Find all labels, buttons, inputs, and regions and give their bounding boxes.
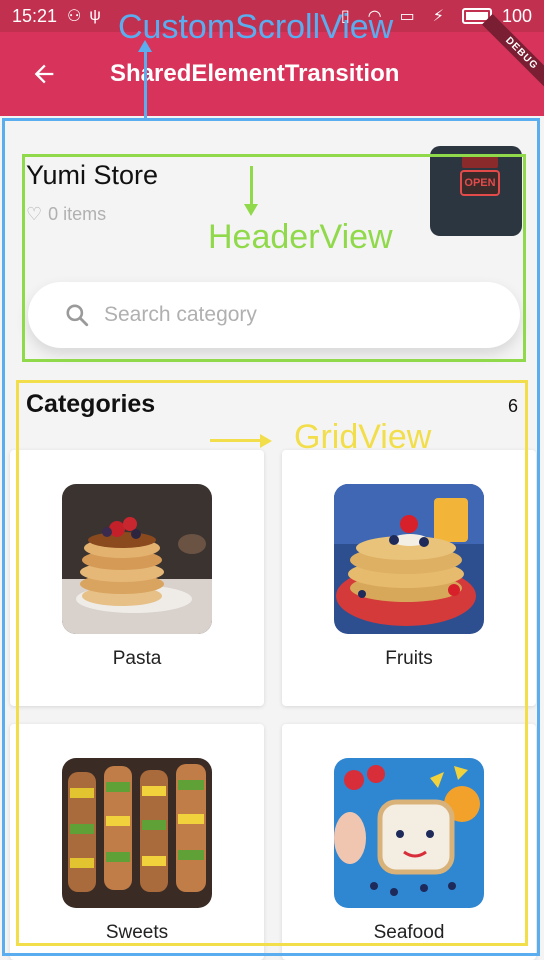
vibrate-icon: ▯ (340, 8, 350, 25)
items-count: ♡ 0 items (26, 204, 106, 225)
category-image-kebabs (62, 758, 212, 908)
category-image-toast (334, 758, 484, 908)
category-label: Sweets (105, 922, 169, 943)
status-time: 15:21 (12, 5, 58, 26)
charging-icon: ⚡ (432, 8, 444, 25)
category-card[interactable]: Pasta (10, 450, 264, 706)
category-image-pancakes (62, 484, 212, 634)
category-image-waffles (334, 484, 484, 634)
heart-icon: ♡ (26, 204, 43, 224)
status-bar: 15:21 ⚇ ψ ▯ ◠ ▭ ⚡ 100 (0, 0, 544, 32)
search-placeholder: Search category (104, 303, 257, 326)
cast-icon: ▭ (399, 8, 415, 25)
category-label: Pasta (112, 648, 162, 669)
search-input[interactable]: Search category (28, 282, 520, 348)
categories-title: Categories (26, 390, 156, 418)
categories-count: 6 (508, 396, 519, 416)
usb-icon: ψ (89, 7, 101, 24)
search-icon (66, 304, 89, 327)
app-bar: SharedElementTransition DEBUG (0, 13, 544, 116)
store-name: Yumi Store (26, 160, 159, 190)
items-count-label: 0 items (48, 204, 107, 224)
category-card[interactable]: Sweets (10, 724, 264, 960)
page-title: SharedElementTransition (110, 60, 400, 87)
category-card[interactable]: Seafood (282, 724, 536, 960)
wifi-icon: ◠ (367, 8, 382, 25)
store-image[interactable]: OPEN (430, 146, 522, 236)
category-label: Fruits (385, 648, 433, 669)
category-card[interactable]: Fruits (282, 450, 536, 706)
custom-scroll-view[interactable]: Yumi Store ♡ 0 items OPEN Search categor… (0, 116, 544, 960)
category-label: Seafood (373, 922, 445, 943)
share-icon: ⚇ (67, 8, 82, 25)
battery-level: 100 (501, 5, 532, 26)
arrow-back-icon[interactable] (0, 32, 88, 116)
